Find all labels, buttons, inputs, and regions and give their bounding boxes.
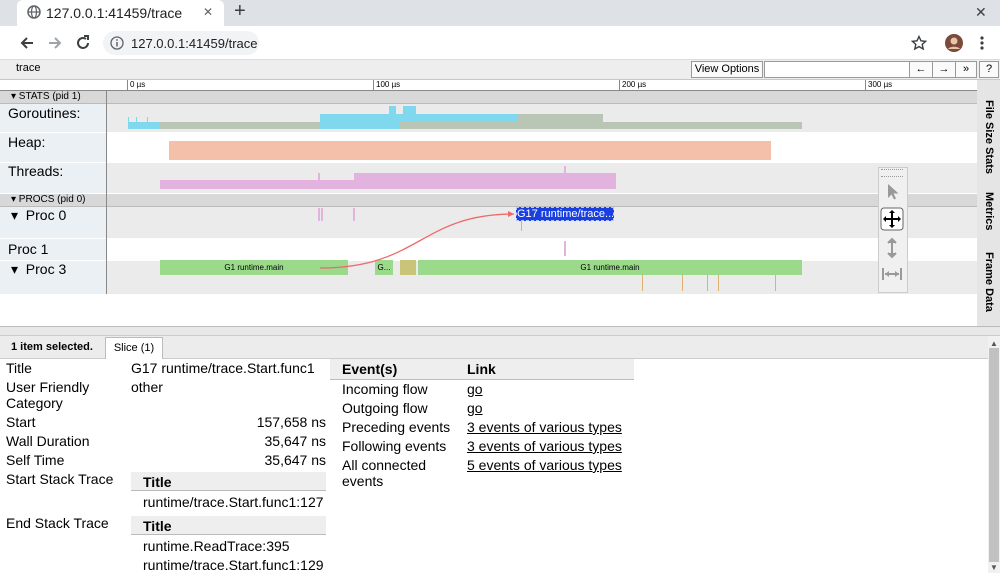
search-input[interactable]: [764, 61, 910, 78]
wall-duration-label: Wall Duration: [6, 433, 90, 449]
end-stack-frame: runtime.ReadTrace:395: [143, 538, 290, 554]
side-tab-frame-data[interactable]: Frame Data: [983, 252, 995, 312]
incoming-flow-label: Incoming flow: [342, 381, 428, 397]
side-tab-file-size-stats[interactable]: File Size Stats: [983, 100, 995, 174]
search-next-button[interactable]: →: [932, 61, 956, 78]
profile-avatar-icon[interactable]: [944, 33, 964, 53]
incoming-flow-link[interactable]: go: [467, 381, 483, 397]
end-stack-header: Title: [143, 518, 172, 534]
scroll-up-arrow[interactable]: ▲: [990, 339, 998, 348]
self-time-label: Self Time: [6, 452, 65, 468]
start-stack-label: Start Stack Trace: [6, 471, 114, 487]
link-header: Link: [467, 361, 496, 377]
star-icon[interactable]: [911, 35, 927, 51]
end-stack-frame: runtime/trace.Start.func1:129: [143, 557, 324, 573]
zoom-tool-icon[interactable]: [883, 237, 901, 259]
reload-icon[interactable]: [75, 35, 91, 51]
scroll-down-arrow[interactable]: ▼: [990, 563, 998, 572]
expand-sidebar-button[interactable]: »: [955, 61, 977, 78]
window-close-button[interactable]: ✕: [975, 4, 987, 21]
following-events-label: Following events: [342, 438, 447, 454]
view-options-button[interactable]: View Options: [691, 61, 763, 78]
title-value: G17 runtime/trace.Start.func1: [131, 360, 315, 376]
events-header: Event(s): [342, 361, 398, 377]
timeline-track-view[interactable]: 0 µs 100 µs 200 µs 300 µs ▾ STATS (pid 1…: [0, 80, 977, 326]
start-value: 157,658 ns: [256, 414, 326, 430]
category-value: other: [131, 379, 163, 395]
new-tab-button[interactable]: +: [234, 0, 246, 23]
panel-splitter[interactable]: [0, 326, 1000, 336]
palette-drag-handle[interactable]: [881, 169, 903, 177]
back-arrow-icon[interactable]: [19, 35, 35, 51]
outgoing-flow-link[interactable]: go: [467, 400, 483, 416]
preceding-events-label: Preceding events: [342, 419, 451, 435]
scroll-thumb[interactable]: [989, 348, 999, 562]
flow-arrow: [319, 211, 515, 269]
url-text: 127.0.0.1:41459/trace: [131, 36, 258, 51]
tab-close-icon[interactable]: ✕: [203, 5, 213, 19]
search-prev-button[interactable]: ←: [909, 61, 933, 78]
outgoing-flow-label: Outgoing flow: [342, 400, 428, 416]
category-label: User Friendly Category: [6, 379, 90, 411]
timing-tool-icon[interactable]: [881, 265, 903, 283]
info-icon[interactable]: [110, 36, 124, 50]
trace-title: trace: [16, 62, 41, 74]
title-label: Title: [6, 360, 32, 376]
tab-slice[interactable]: Slice (1): [105, 337, 163, 359]
help-button[interactable]: ?: [979, 61, 999, 78]
menu-dots-icon[interactable]: [978, 35, 986, 51]
all-connected-events-label: All connected events: [342, 457, 427, 489]
all-connected-events-link[interactable]: 5 events of various types: [467, 457, 622, 473]
start-stack-header: Title: [143, 474, 172, 490]
pan-tool-icon[interactable]: [880, 207, 904, 231]
self-time-value: 35,647 ns: [264, 452, 327, 468]
tab-title: 127.0.0.1:41459/trace: [46, 5, 183, 21]
start-label: Start: [6, 414, 36, 430]
start-stack-frame: runtime/trace.Start.func1:127: [143, 494, 324, 510]
wall-duration-value: 35,647 ns: [264, 433, 327, 449]
selection-count: 1 item selected.: [11, 341, 93, 353]
end-stack-label: End Stack Trace: [6, 515, 109, 531]
forward-arrow-icon[interactable]: [47, 35, 63, 51]
globe-icon: [27, 5, 41, 19]
pointer-tool-icon[interactable]: [883, 181, 901, 203]
following-events-link[interactable]: 3 events of various types: [467, 438, 622, 454]
side-tab-metrics[interactable]: Metrics: [983, 192, 995, 231]
preceding-events-link[interactable]: 3 events of various types: [467, 419, 622, 435]
